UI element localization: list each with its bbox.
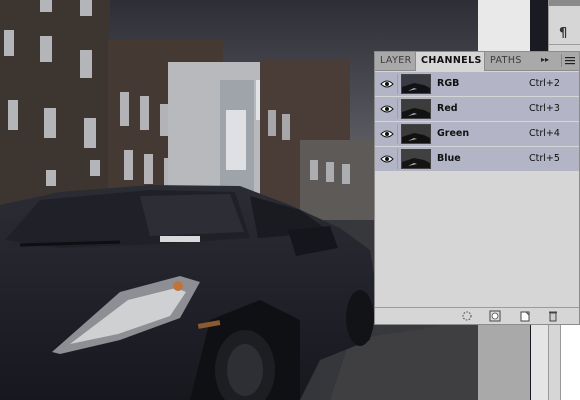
collapse-to-icons-icon[interactable]: ▸▸ bbox=[541, 55, 549, 64]
channel-shortcut: Ctrl+5 bbox=[529, 153, 560, 164]
canvas-pasteboard-lower bbox=[478, 325, 530, 400]
panel-footer bbox=[375, 307, 579, 324]
channel-shortcut: Ctrl+2 bbox=[529, 78, 560, 89]
channel-thumbnail bbox=[401, 149, 431, 169]
visibility-eye-icon[interactable] bbox=[377, 149, 398, 169]
paragraph-icon[interactable]: ¶ bbox=[559, 26, 567, 41]
dock-grip[interactable] bbox=[549, 0, 580, 6]
panel-tab-bar: LAYER CHANNELS PATHS ▸▸ bbox=[375, 52, 579, 71]
channel-thumbnail bbox=[401, 74, 431, 94]
visibility-eye-icon[interactable] bbox=[377, 124, 398, 144]
channel-name: RGB bbox=[437, 78, 460, 89]
visibility-eye-icon[interactable] bbox=[377, 99, 398, 119]
channels-panel: LAYER CHANNELS PATHS ▸▸ RGB Ctrl+2 Red C… bbox=[374, 51, 580, 325]
channel-row-red[interactable]: Red Ctrl+3 bbox=[375, 97, 579, 122]
load-channel-as-selection-icon[interactable] bbox=[461, 310, 473, 322]
visibility-eye-icon[interactable] bbox=[377, 74, 398, 94]
channel-row-rgb[interactable]: RGB Ctrl+2 bbox=[375, 72, 579, 97]
tab-layers[interactable]: LAYER bbox=[375, 52, 413, 70]
trash-icon[interactable] bbox=[547, 310, 559, 322]
save-selection-as-channel-icon[interactable] bbox=[489, 310, 501, 322]
channel-shortcut: Ctrl+3 bbox=[529, 103, 560, 114]
tab-paths[interactable]: PATHS bbox=[485, 52, 525, 70]
channel-shortcut: Ctrl+4 bbox=[529, 128, 560, 139]
channel-name: Blue bbox=[437, 153, 461, 164]
channel-row-green[interactable]: Green Ctrl+4 bbox=[375, 122, 579, 147]
channel-thumbnail bbox=[401, 124, 431, 144]
channel-name: Green bbox=[437, 128, 470, 139]
panel-menu-icon[interactable] bbox=[561, 54, 578, 67]
channel-row-blue[interactable]: Blue Ctrl+5 bbox=[375, 147, 579, 172]
dock-divider bbox=[549, 44, 580, 45]
channel-thumbnail bbox=[401, 99, 431, 119]
channel-name: Red bbox=[437, 103, 458, 114]
new-channel-icon[interactable] bbox=[519, 310, 531, 322]
tab-channels[interactable]: CHANNELS bbox=[415, 52, 485, 71]
